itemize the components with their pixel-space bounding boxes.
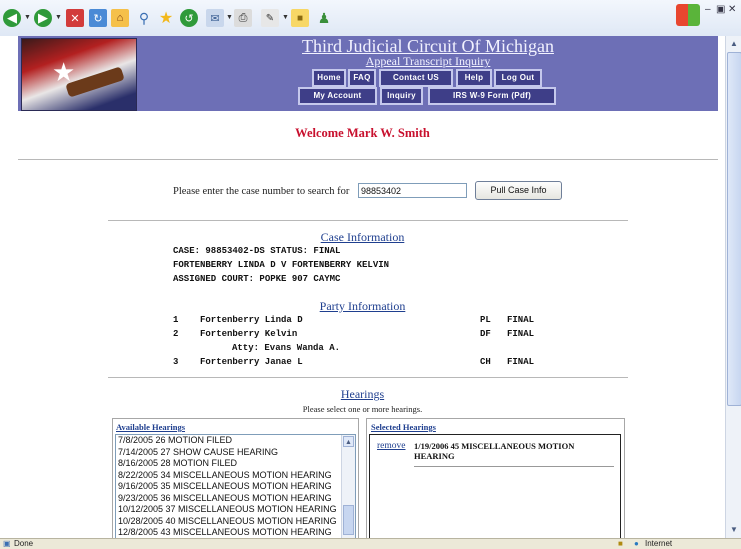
mail-dropdown-icon[interactable]: ▼: [226, 14, 233, 21]
status-bar: ▣ Done ■ ● Internet: [0, 538, 741, 549]
welcome-message: Welcome Mark W. Smith: [295, 126, 430, 140]
edit-icon[interactable]: ✎: [261, 9, 279, 27]
case-info-line: FORTENBERRY LINDA D V FORTENBERRY KELVIN: [173, 260, 390, 270]
selected-hearings-box: remove 1/19/2006 45 MISCELLANEOUS MOTION…: [369, 434, 621, 538]
selected-hearings-label[interactable]: Selected Hearings: [371, 422, 436, 432]
hearing-option[interactable]: 9/23/2005 36 MISCELLANEOUS MOTION HEARIN…: [116, 493, 355, 505]
print-icon[interactable]: ⎙: [234, 9, 252, 27]
messenger-icon[interactable]: ♟: [315, 9, 333, 27]
party-number: 1: [173, 315, 179, 325]
nav-inquiry-button[interactable]: Inquiry: [380, 87, 423, 105]
list-scrollbar[interactable]: ▲: [341, 435, 355, 538]
nav-irs-w9-button[interactable]: IRS W-9 Form (Pdf): [428, 87, 556, 105]
close-icon[interactable]: ✕: [728, 4, 736, 15]
search-label: Please enter the case number to search f…: [173, 186, 350, 197]
hearing-option[interactable]: 10/12/2005 37 MISCELLANEOUS MOTION HEARI…: [116, 504, 355, 516]
windows-logo-icon: [676, 4, 700, 26]
forward-icon[interactable]: ▶: [34, 9, 52, 27]
nav-help-button[interactable]: Help: [456, 69, 492, 87]
scroll-up-icon[interactable]: ▲: [728, 38, 740, 50]
back-dropdown-icon[interactable]: ▼: [24, 14, 31, 21]
site-subtitle[interactable]: Appeal Transcript Inquiry: [138, 54, 718, 69]
remove-link[interactable]: remove: [377, 441, 406, 451]
party-role: PL: [480, 315, 491, 325]
hearing-option[interactable]: 12/8/2005 43 MISCELLANEOUS MOTION HEARIN…: [116, 527, 355, 538]
page-scroll-thumb[interactable]: [727, 52, 741, 406]
pull-case-info-button[interactable]: Pull Case Info: [475, 181, 562, 200]
case-number-input[interactable]: 98853402: [358, 183, 467, 198]
folder-icon[interactable]: ■: [291, 9, 309, 27]
party-role: CH: [480, 357, 491, 367]
history-icon[interactable]: ↺: [180, 9, 198, 27]
hearing-option[interactable]: 7/8/2005 26 MOTION FILED: [116, 435, 355, 447]
minimize-icon[interactable]: –: [705, 4, 711, 15]
browser-toolbar: ◀ ▼ ▶ ▼ ✕ ↻ ⌂ ⚲ ★ ↺ ✉ ▼ ⎙ ✎ ▼ ■ ♟ – ▣ ✕: [0, 0, 741, 37]
party-status: FINAL: [507, 315, 535, 325]
hearing-option[interactable]: 8/16/2005 28 MOTION FILED: [116, 458, 355, 470]
party-name: Fortenberry Linda D: [200, 315, 303, 325]
case-info-line: CASE: 98853402-DS STATUS: FINAL: [173, 246, 341, 256]
hearings-heading: Hearings: [340, 387, 385, 401]
mail-icon[interactable]: ✉: [206, 9, 224, 27]
page-content: ★ Third Judicial Circuit Of Michigan App…: [0, 36, 725, 538]
divider: [108, 220, 628, 221]
selected-hearing-item: 1/19/2006 45 MISCELLANEOUS MOTION HEARIN…: [414, 441, 575, 461]
flag-gavel-logo: ★: [21, 38, 137, 111]
case-information-heading: Case Information: [320, 230, 405, 244]
site-banner: ★ Third Judicial Circuit Of Michigan App…: [18, 36, 718, 111]
party-status: FINAL: [507, 329, 535, 339]
party-information-heading: Party Information: [319, 299, 406, 313]
hearing-option[interactable]: 8/22/2005 34 MISCELLANEOUS MOTION HEARIN…: [116, 470, 355, 482]
party-status: FINAL: [507, 357, 535, 367]
nav-logout-button[interactable]: Log Out: [494, 69, 542, 87]
divider: [108, 377, 628, 378]
scroll-down-icon[interactable]: ▼: [728, 524, 740, 536]
refresh-icon[interactable]: ↻: [89, 9, 107, 27]
case-info-line: ASSIGNED COURT: POPKE 907 CAYMC: [173, 274, 341, 284]
divider: [414, 466, 614, 467]
hearing-option[interactable]: 7/14/2005 27 SHOW CAUSE HEARING: [116, 447, 355, 459]
available-hearings-list[interactable]: 7/8/2005 26 MOTION FILED 7/14/2005 27 SH…: [115, 434, 356, 538]
available-hearings-label[interactable]: Available Hearings: [116, 422, 185, 432]
home-icon[interactable]: ⌂: [111, 9, 129, 27]
nav-my-account-button[interactable]: My Account: [298, 87, 377, 105]
stop-icon[interactable]: ✕: [66, 9, 84, 27]
nav-contact-button[interactable]: Contact US: [379, 69, 453, 87]
list-scroll-thumb[interactable]: [343, 505, 354, 535]
favorites-icon[interactable]: ★: [157, 9, 175, 27]
nav-faq-button[interactable]: FAQ: [348, 69, 376, 87]
hearing-option[interactable]: 10/28/2005 40 MISCELLANEOUS MOTION HEARI…: [116, 516, 355, 528]
divider: [18, 159, 718, 160]
nav-home-button[interactable]: Home: [312, 69, 346, 87]
hearing-option[interactable]: 9/16/2005 35 MISCELLANEOUS MOTION HEARIN…: [116, 481, 355, 493]
party-attorney: Atty: Evans Wanda A.: [232, 343, 341, 353]
back-icon[interactable]: ◀: [3, 9, 21, 27]
party-role: DF: [480, 329, 491, 339]
party-name: Fortenberry Kelvin: [200, 329, 298, 339]
edit-dropdown-icon[interactable]: ▼: [282, 14, 289, 21]
party-name: Fortenberry Janae L: [200, 357, 303, 367]
search-icon[interactable]: ⚲: [135, 9, 153, 27]
page-scrollbar[interactable]: ▲ ▼: [725, 36, 741, 538]
restore-icon[interactable]: ▣: [716, 4, 725, 15]
hearings-instruction: Please select one or more hearings.: [302, 404, 423, 414]
scroll-up-icon[interactable]: ▲: [343, 436, 354, 447]
party-number: 3: [173, 357, 179, 367]
forward-dropdown-icon[interactable]: ▼: [55, 14, 62, 21]
party-number: 2: [173, 329, 179, 339]
